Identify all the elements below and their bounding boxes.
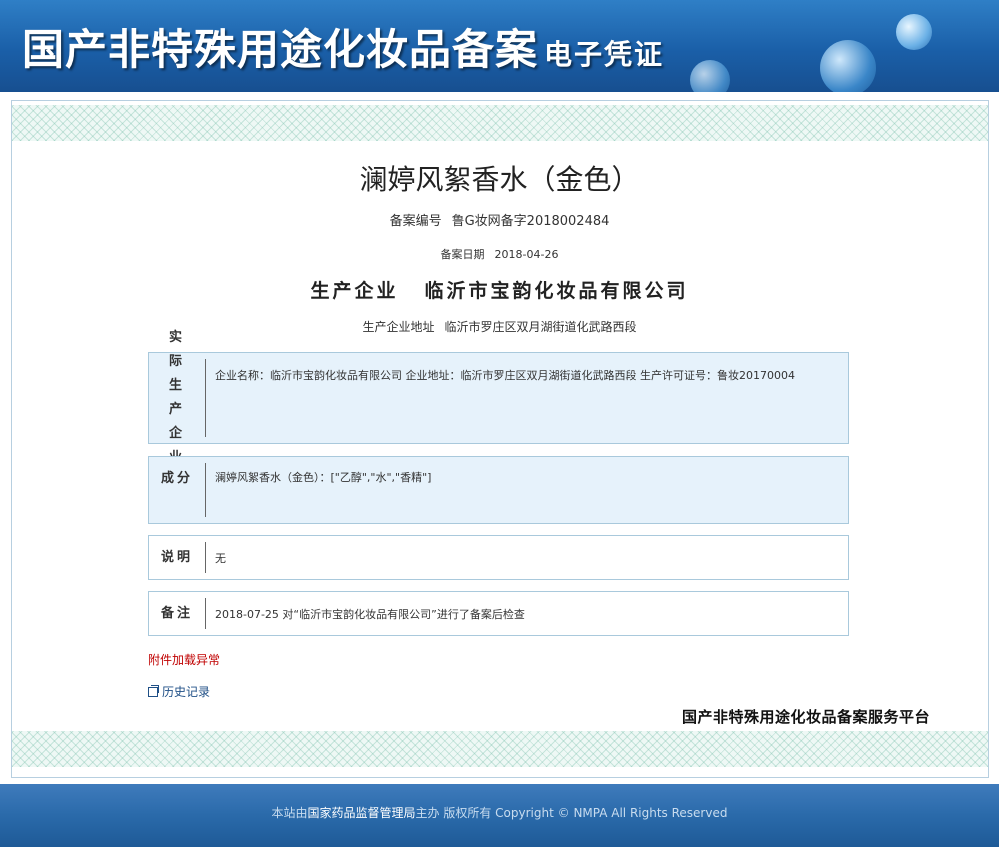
header-banner: 国产非特殊用途化妆品备案 电子凭证 [0, 0, 999, 92]
page-title: 国产非特殊用途化妆品备案 电子凭证 [22, 16, 664, 77]
producer-label: 生产企业 [310, 280, 399, 302]
producer-address-value: 临沂市罗庄区双月湖街道化武路西段 [444, 320, 637, 334]
registration-number-value: 鲁G妆网备字2018002484 [451, 214, 610, 229]
attachment-error-message: 附件加载异常 [148, 653, 221, 667]
product-name: 澜婷风絮香水（金色） [359, 163, 640, 196]
ingredients-box: 成分 澜婷风絮香水（金色）：["乙醇","水","香精"] [148, 456, 849, 524]
remarks-content: 2018-07-25 对“临沂市宝韵化妆品有限公司”进行了备案后检查 [215, 608, 525, 621]
page-title-main: 国产非特殊用途化妆品备案 [22, 25, 539, 74]
history-link-label[interactable]: 历史记录 [162, 683, 210, 700]
notes-content: 无 [215, 552, 226, 565]
divider [205, 359, 206, 437]
notes-label: 说明 [160, 549, 193, 565]
ingredients-content: 澜婷风絮香水（金色）：["乙醇","水","香精"] [215, 471, 432, 484]
notes-box: 说明 无 [148, 535, 849, 580]
footer: 本站由国家药品监督管理局主办 版权所有 Copyright © NMPA All… [0, 784, 999, 847]
page-title-sub: 电子凭证 [544, 38, 665, 71]
decorative-sphere-icon [820, 40, 876, 92]
registration-date: 备案日期 2018-04-26 [0, 246, 999, 262]
registration-number: 备案编号 鲁G妆网备字2018002484 [0, 210, 999, 229]
divider [205, 542, 206, 573]
producer-address: 生产企业地址 临沂市罗庄区双月湖街道化武路西段 [0, 318, 999, 335]
decorative-sphere-icon [690, 60, 730, 92]
ingredients-label: 成分 [160, 471, 193, 486]
external-window-icon [148, 684, 159, 697]
actual-producer-label: 实际生产企业 [168, 330, 185, 465]
producer-value: 临沂市宝韵化妆品有限公司 [424, 280, 689, 302]
registration-date-label: 备案日期 [440, 248, 485, 261]
actual-producer-box: 实际生产企业 企业名称：临沂市宝韵化妆品有限公司 企业地址：临沂市罗庄区双月湖街… [148, 330, 849, 465]
history-link[interactable]: 历史记录 [148, 683, 210, 700]
registration-date-value: 2018-04-26 [494, 248, 559, 261]
remarks-box: 备注 2018-07-25 对“临沂市宝韵化妆品有限公司”进行了备案后检查 [148, 591, 849, 636]
remarks-label: 备注 [160, 605, 193, 621]
decorative-band-bottom [12, 731, 988, 767]
divider [205, 463, 206, 517]
footer-prefix: 本站由 [271, 806, 308, 820]
footer-copyright: 本站由国家药品监督管理局主办 版权所有 Copyright © NMPA All… [0, 804, 999, 821]
producer: 生产企业 临沂市宝韵化妆品有限公司 [0, 276, 999, 303]
footer-suffix: 主办 版权所有 Copyright © NMPA All Rights Rese… [415, 806, 728, 820]
decorative-band-top [12, 105, 988, 141]
registration-number-label: 备案编号 [389, 214, 442, 229]
platform-name: 国产非特殊用途化妆品备案服务平台 [682, 708, 931, 726]
actual-producer-content: 企业名称：临沂市宝韵化妆品有限公司 企业地址：临沂市罗庄区双月湖街道化武路西段 … [215, 369, 795, 382]
decorative-sphere-icon [896, 14, 932, 50]
producer-address-label: 生产企业地址 [362, 320, 435, 334]
footer-org: 国家药品监督管理局 [307, 806, 416, 820]
divider [205, 598, 206, 629]
